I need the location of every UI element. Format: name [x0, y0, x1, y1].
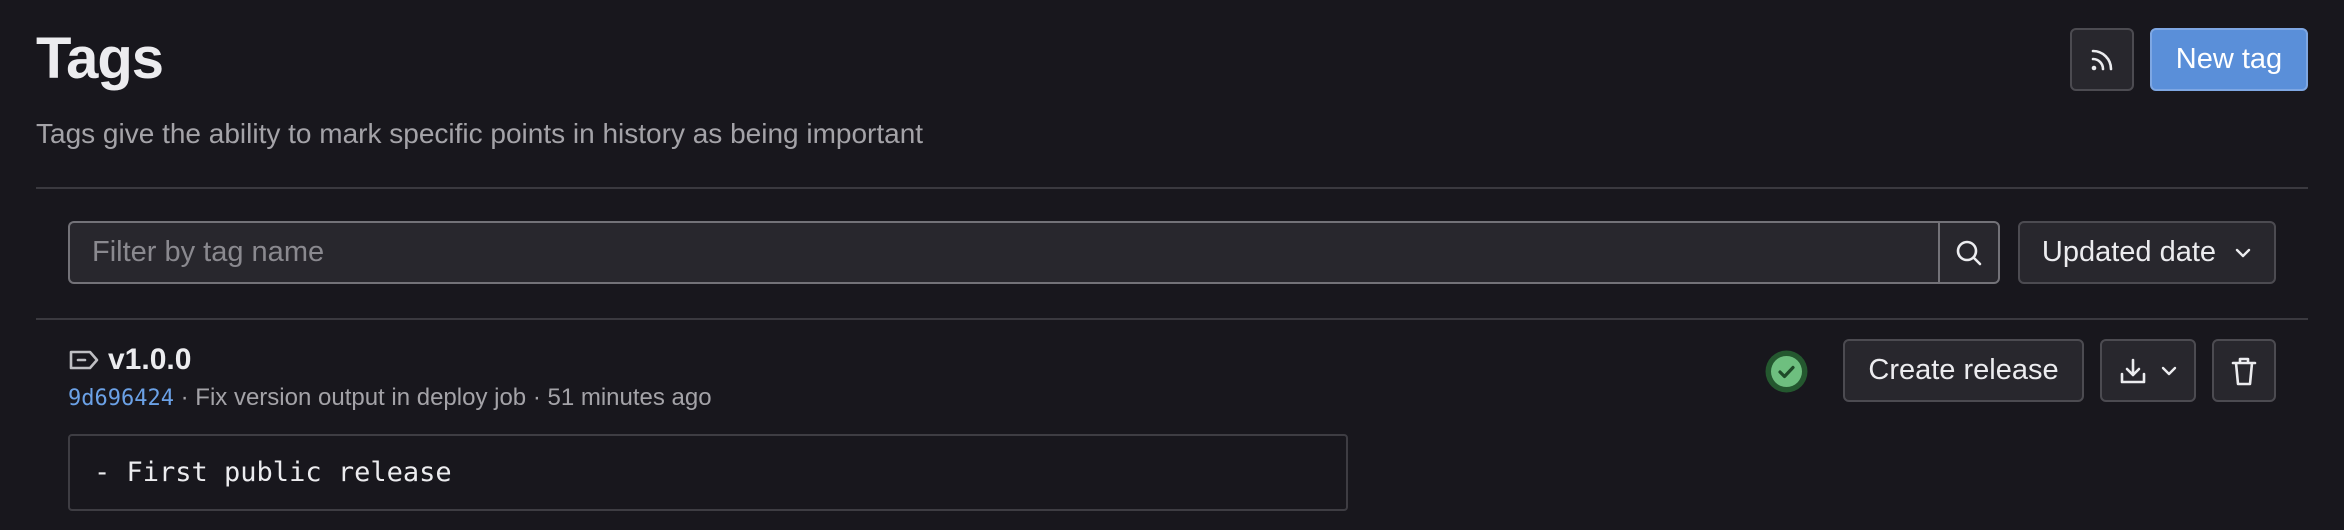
pipeline-status-passed-icon[interactable] — [1765, 350, 1808, 393]
release-notes: - First public release — [68, 434, 1348, 511]
rss-icon — [2091, 49, 2113, 70]
filter-tag-input[interactable] — [68, 221, 1940, 284]
search-icon — [1956, 240, 1982, 265]
header-divider — [36, 187, 2308, 189]
create-release-button[interactable]: Create release — [1843, 339, 2084, 402]
new-tag-button[interactable]: New tag — [2150, 28, 2308, 91]
commit-time: 51 minutes ago — [547, 384, 712, 411]
chevron-down-icon — [2235, 248, 2251, 257]
search-button[interactable] — [1938, 221, 2000, 284]
sort-label: Updated date — [2041, 236, 2217, 268]
separator: · — [526, 384, 548, 411]
commit-message: Fix version output in deploy job — [195, 384, 527, 411]
tag-name-link[interactable]: v1.0.0 — [108, 340, 191, 380]
tag-icon — [69, 350, 99, 370]
filter-divider — [36, 318, 2308, 320]
trash-icon — [2231, 357, 2257, 385]
download-icon — [2120, 358, 2146, 383]
rss-feed-button[interactable] — [2070, 28, 2134, 91]
commit-sha-link[interactable]: 9d696424 — [68, 386, 174, 411]
download-dropdown-button[interactable] — [2100, 339, 2196, 402]
page-title: Tags — [36, 26, 164, 91]
delete-tag-button[interactable] — [2212, 339, 2276, 402]
separator: · — [173, 384, 196, 411]
sort-dropdown[interactable]: Updated date — [2018, 221, 2276, 284]
chevron-down-icon — [2161, 366, 2177, 375]
commit-info: 9d696424 · Fix version output in deploy … — [68, 382, 712, 415]
page-description: Tags give the ability to mark specific p… — [36, 118, 924, 149]
